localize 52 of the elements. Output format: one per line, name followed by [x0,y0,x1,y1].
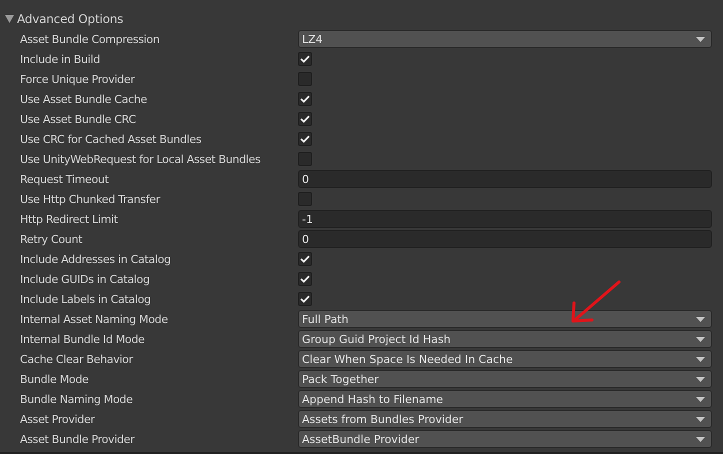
dropdown[interactable]: Pack Together [298,370,712,388]
dropdown[interactable]: Group Guid Project Id Hash [298,330,712,348]
field-label: Include Addresses in Catalog [19,252,172,266]
checkbox[interactable] [298,252,312,266]
field-label: Asset Bundle Compression [19,32,161,46]
dropdown-caret-icon [696,316,705,322]
field-label: Use CRC for Cached Asset Bundles [19,132,202,146]
dropdown[interactable]: LZ4 [298,30,712,48]
checkbox[interactable] [298,272,312,286]
checkbox[interactable] [298,192,312,206]
field-label: Include Labels in Catalog [19,292,152,306]
dropdown[interactable]: Append Hash to Filename [298,390,712,408]
dropdown[interactable]: Clear When Space Is Needed In Cache [298,350,712,368]
foldout-arrow-icon[interactable] [5,15,14,23]
dropdown-caret-icon [696,416,705,422]
dropdown[interactable]: Full Path [298,310,712,328]
field-label: Include in Build [19,52,101,66]
checkbox[interactable] [298,92,312,106]
field-label: Http Redirect Limit [19,212,119,226]
number-field[interactable]: 0 [298,230,712,248]
section-title: Advanced Options [17,12,124,26]
checkbox[interactable] [298,292,312,306]
checkbox[interactable] [298,152,312,166]
dropdown[interactable]: AssetBundle Provider [298,430,712,448]
dropdown-caret-icon [696,356,705,362]
field-label: Internal Asset Naming Mode [19,312,169,326]
field-label: Cache Clear Behavior [19,352,134,366]
checkbox[interactable] [298,132,312,146]
number-field[interactable]: 0 [298,170,712,188]
dropdown-caret-icon [696,336,705,342]
field-label: Use Http Chunked Transfer [19,192,162,206]
field-label: Asset Bundle Provider [19,432,136,446]
field-label: Asset Provider [19,412,96,426]
number-field[interactable]: -1 [298,210,712,228]
dropdown-caret-icon [696,396,705,402]
checkbox[interactable] [298,112,312,126]
field-label: Use Asset Bundle Cache [19,92,148,106]
checkbox[interactable] [298,52,312,66]
field-label: Include GUIDs in Catalog [19,272,151,286]
dropdown-caret-icon [696,36,705,42]
dropdown-caret-icon [696,376,705,382]
field-label: Bundle Naming Mode [19,392,134,406]
dropdown[interactable]: Assets from Bundles Provider [298,410,712,428]
checkbox[interactable] [298,72,312,86]
field-label: Use UnityWebRequest for Local Asset Bundles [19,152,262,166]
field-label: Request Timeout [19,172,110,186]
dropdown-caret-icon [696,436,705,442]
field-label: Force Unique Provider [19,72,136,86]
field-label: Bundle Mode [19,372,90,386]
field-label: Internal Bundle Id Mode [19,332,146,346]
field-label: Retry Count [19,232,84,246]
field-label: Use Asset Bundle CRC [19,112,137,126]
